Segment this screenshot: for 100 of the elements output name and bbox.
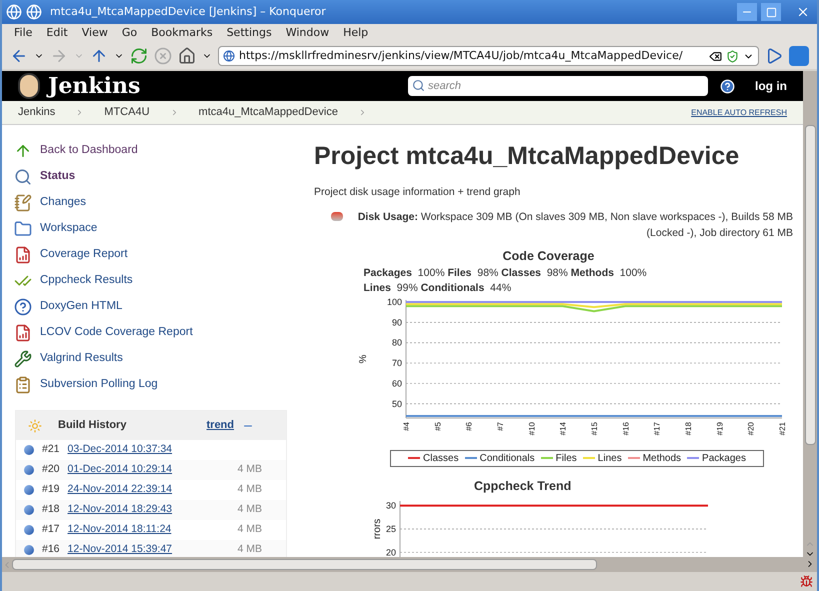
- close-icon: [796, 5, 810, 19]
- search-field[interactable]: search: [408, 76, 708, 96]
- axis-tick-label: #4: [402, 422, 411, 430]
- help-icon: [14, 298, 32, 316]
- legend-label: Lines: [598, 452, 622, 466]
- axis-tick-label: #14: [558, 422, 568, 435]
- build-date-link[interactable]: 01-Dec-2014 10:29:14: [68, 462, 230, 478]
- bug-icon[interactable]: [800, 575, 813, 588]
- menu-item[interactable]: Go: [122, 25, 138, 42]
- back-icon[interactable]: [10, 47, 28, 65]
- globe-icon: [223, 50, 235, 62]
- disk-usage-text: Disk Usage: Workspace 309 MB (On slaves 309 MB, Non slave workspaces -), Builds 58 MB (Locked -), Job directory 61 MB: [356, 210, 793, 241]
- vertical-scrollbar[interactable]: [803, 71, 817, 572]
- clear-icon[interactable]: [709, 50, 722, 62]
- report-icon: [14, 246, 32, 264]
- build-size: 4 MB: [237, 502, 262, 518]
- build-number: #18: [42, 502, 60, 518]
- axis-tick-label: #21: [778, 422, 787, 435]
- axis-tick-label: 90: [392, 316, 402, 327]
- build-date-link[interactable]: 24-Nov-2014 22:39:14: [68, 482, 230, 498]
- axis-tick-label: #6: [464, 422, 474, 430]
- sidebar-link[interactable]: DoxyGen HTML: [14, 297, 294, 316]
- axis-tick-label: 100: [386, 296, 402, 307]
- axis-tick-label: 80: [392, 337, 402, 348]
- sidebar-link[interactable]: Valgrind Results: [14, 349, 294, 368]
- logo-text: Jenkins: [48, 72, 142, 100]
- sun-icon: [28, 418, 42, 432]
- build-size: 4 MB: [237, 462, 262, 478]
- coverage-summary: Packages 100% Files 98% Classes 98% Methods 100% Lines 99% Conditionals 44%: [364, 266, 648, 296]
- axis-tick-label: 60: [392, 378, 402, 388]
- app-icon: [6, 4, 22, 20]
- breadcrumb-link[interactable]: MTCA4U: [104, 104, 150, 121]
- sidebar-link[interactable]: Back to Dashboard: [14, 141, 294, 160]
- go-icon[interactable]: [765, 47, 783, 65]
- sidebar-link[interactable]: LCOV Code Coverage Report: [14, 323, 294, 342]
- menu-item[interactable]: Settings: [226, 25, 272, 42]
- sidebar-link[interactable]: Workspace: [14, 219, 294, 238]
- axis-tick-label: 70: [392, 358, 402, 368]
- reload-icon[interactable]: [130, 47, 148, 65]
- axis-tick-label: #17: [652, 422, 662, 435]
- search-icon: [412, 79, 425, 92]
- menu-item[interactable]: View: [82, 25, 108, 42]
- sidebar-link[interactable]: Changes: [14, 193, 294, 212]
- report-icon: [14, 324, 32, 342]
- panel-title: Build History: [58, 418, 128, 434]
- axis-tick-label: #15: [590, 422, 599, 435]
- axis-tick-label: 30: [386, 500, 396, 511]
- scrollbar-thumb[interactable]: [804, 125, 816, 445]
- horizontal-scrollbar[interactable]: [2, 557, 803, 572]
- caption-text: Project disk usage information + trend graph: [314, 185, 522, 200]
- build-number: #17: [42, 522, 60, 538]
- build-number: #16: [42, 542, 60, 557]
- legend-label: Conditionals: [480, 452, 535, 466]
- chart-title: Cppcheck Trend: [474, 478, 572, 495]
- scrollbar-thumb[interactable]: [12, 559, 597, 570]
- auto-refresh-link[interactable]: ENABLE AUTO REFRESH: [691, 106, 787, 118]
- axis-tick-label: #16: [621, 422, 630, 435]
- window-title: mtca4u_MtcaMappedDevice [Jenkins] – Konqueror: [50, 4, 327, 20]
- build-number: #21: [42, 442, 60, 458]
- sidebar-link[interactable]: Subversion Polling Log: [14, 375, 294, 394]
- breadcrumb-link[interactable]: mtca4u_MtcaMappedDevice: [198, 104, 338, 121]
- axis-title: %: [358, 354, 369, 363]
- sidebar-link[interactable]: Status: [14, 167, 294, 186]
- build-date-link[interactable]: 12-Nov-2014 18:11:24: [68, 522, 230, 538]
- folder-icon: [14, 220, 32, 238]
- login-link[interactable]: log in: [755, 77, 787, 95]
- magnifier-icon: [14, 168, 32, 186]
- sidebar-link[interactable]: Cppcheck Results: [14, 271, 294, 290]
- build-size: 4 MB: [237, 542, 262, 557]
- trend-link[interactable]: trend: [206, 417, 234, 434]
- menu-item[interactable]: Edit: [46, 25, 68, 42]
- axis-tick-label: #5: [433, 422, 442, 430]
- build-size: 4 MB: [237, 482, 262, 498]
- axis-tick-label: 25: [386, 524, 396, 534]
- axis-tick-label: #7: [496, 422, 505, 430]
- legend-label: Packages: [702, 452, 746, 466]
- axis-tick-label: 50: [392, 398, 402, 408]
- up-icon[interactable]: [90, 47, 108, 65]
- legend-label: Classes: [423, 452, 459, 466]
- axis-tick-label: #10: [527, 422, 536, 435]
- legend-label: Files: [556, 452, 577, 466]
- legend-label: Methods: [642, 452, 682, 466]
- build-date-link[interactable]: 12-Nov-2014 18:29:43: [68, 502, 230, 518]
- build-date-link[interactable]: 03-Dec-2014 10:37:34: [68, 442, 278, 458]
- shield-icon: [726, 50, 739, 62]
- menu-item[interactable]: File: [14, 25, 32, 42]
- menu-item[interactable]: Bookmarks: [151, 25, 213, 42]
- axis-tick-label: 20: [386, 548, 396, 557]
- help-icon[interactable]: [720, 78, 735, 94]
- page-title: Project mtca4u_MtcaMappedDevice: [314, 141, 740, 171]
- home-icon[interactable]: [178, 47, 196, 65]
- menu-item[interactable]: Help: [343, 25, 368, 42]
- page-icon: [26, 4, 42, 20]
- address-field[interactable]: https://mskllrfredminesrv/jenkins/view/MTCA4U/job/mtca4u_MtcaMappedDevice/: [218, 46, 759, 66]
- breadcrumb-link[interactable]: Jenkins: [18, 104, 56, 121]
- build-date-link[interactable]: 12-Nov-2014 15:39:47: [68, 542, 230, 557]
- axis-tick-label: #18: [684, 422, 693, 435]
- sidebar-link[interactable]: Coverage Report: [14, 245, 294, 264]
- menu-item[interactable]: Window: [286, 25, 330, 42]
- maximize-button[interactable]: [761, 3, 781, 21]
